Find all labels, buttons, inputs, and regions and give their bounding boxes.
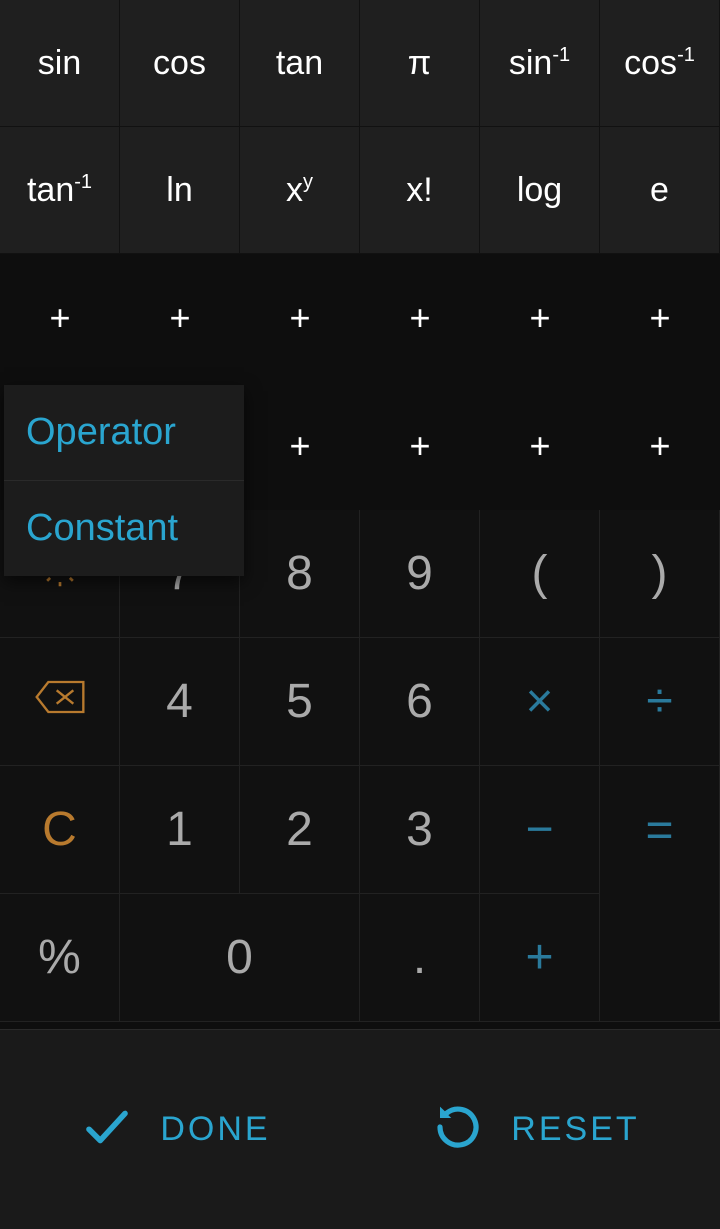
check-icon xyxy=(80,1100,134,1159)
digit-8[interactable]: 8 xyxy=(240,510,360,638)
e-button[interactable]: e xyxy=(600,127,720,254)
slot-add[interactable]: + xyxy=(0,254,120,382)
power-button[interactable]: xy xyxy=(240,127,360,254)
slot-add[interactable]: + xyxy=(360,382,480,510)
digit-9[interactable]: 9 xyxy=(360,510,480,638)
plus-button[interactable]: + xyxy=(480,894,600,1022)
percent-button[interactable]: % xyxy=(0,894,120,1022)
context-menu: Operator Constant xyxy=(4,385,244,576)
ln-button[interactable]: ln xyxy=(120,127,240,254)
calculator-app: sin cos tan π sin-1 cos-1 tan-1 ln xy x!… xyxy=(0,0,720,1229)
keypad-row-3: C 1 2 3 − = xyxy=(0,766,720,894)
minus-button[interactable]: − xyxy=(480,766,600,894)
digit-1[interactable]: 1 xyxy=(120,766,240,894)
keypad-row-2: 4 5 6 × ÷ xyxy=(0,638,720,766)
slot-row-1: + + + + + + xyxy=(0,254,720,382)
slot-add[interactable]: + xyxy=(240,254,360,382)
slot-add[interactable]: + xyxy=(120,254,240,382)
equals-button[interactable]: = xyxy=(600,766,720,894)
divide-button[interactable]: ÷ xyxy=(600,638,720,766)
keypad-row-4: % 0 . + xyxy=(0,894,720,1022)
clear-button[interactable]: C xyxy=(0,766,120,894)
digit-0[interactable]: 0 xyxy=(120,894,360,1022)
slot-add[interactable]: + xyxy=(480,254,600,382)
digit-4[interactable]: 4 xyxy=(120,638,240,766)
lparen-button[interactable]: ( xyxy=(480,510,600,638)
digit-2[interactable]: 2 xyxy=(240,766,360,894)
sci-row-1: sin cos tan π sin-1 cos-1 xyxy=(0,0,720,127)
factorial-button[interactable]: x! xyxy=(360,127,480,254)
main-keypad: 7 8 9 ( ) 4 5 6 × ÷ C xyxy=(0,510,720,1022)
bottom-bar: DONE RESET xyxy=(0,1029,720,1229)
backspace-button[interactable] xyxy=(0,638,120,766)
menu-operator[interactable]: Operator xyxy=(4,385,244,481)
done-button[interactable]: DONE xyxy=(80,1100,270,1159)
scientific-rows: sin cos tan π sin-1 cos-1 tan-1 ln xy x!… xyxy=(0,0,720,254)
decimal-button[interactable]: . xyxy=(360,894,480,1022)
tan-button[interactable]: tan xyxy=(240,0,360,127)
reset-label: RESET xyxy=(511,1110,639,1149)
reset-icon xyxy=(431,1100,485,1159)
digit-6[interactable]: 6 xyxy=(360,638,480,766)
reset-button[interactable]: RESET xyxy=(431,1100,639,1159)
slot-add[interactable]: + xyxy=(480,382,600,510)
sin-button[interactable]: sin xyxy=(0,0,120,127)
pi-button[interactable]: π xyxy=(360,0,480,127)
slot-add[interactable]: + xyxy=(600,382,720,510)
acos-button[interactable]: cos-1 xyxy=(600,0,720,127)
multiply-button[interactable]: × xyxy=(480,638,600,766)
equals-lower[interactable] xyxy=(600,894,720,1022)
sci-row-2: tan-1 ln xy x! log e xyxy=(0,127,720,254)
done-label: DONE xyxy=(160,1110,270,1149)
backspace-icon xyxy=(32,674,88,729)
menu-constant[interactable]: Constant xyxy=(4,481,244,576)
rparen-button[interactable]: ) xyxy=(600,510,720,638)
slot-add[interactable]: + xyxy=(600,254,720,382)
asin-button[interactable]: sin-1 xyxy=(480,0,600,127)
atan-button[interactable]: tan-1 xyxy=(0,127,120,254)
digit-5[interactable]: 5 xyxy=(240,638,360,766)
log-button[interactable]: log xyxy=(480,127,600,254)
slot-add[interactable]: + xyxy=(360,254,480,382)
digit-3[interactable]: 3 xyxy=(360,766,480,894)
slot-add[interactable]: + xyxy=(240,382,360,510)
cos-button[interactable]: cos xyxy=(120,0,240,127)
